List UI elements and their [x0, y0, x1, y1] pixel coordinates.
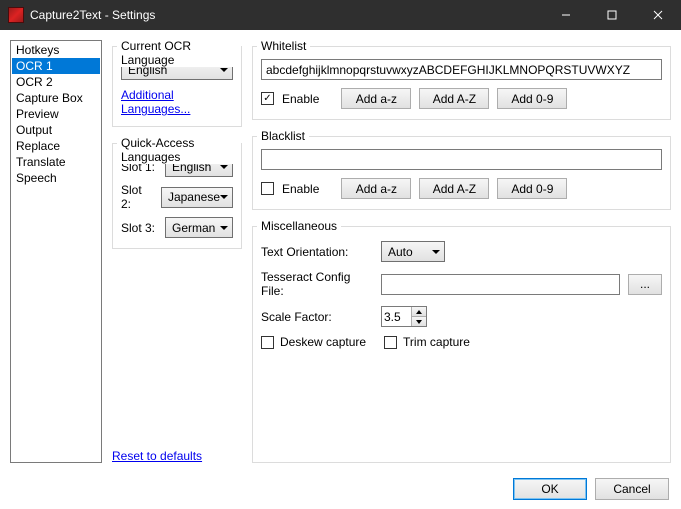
slot3-combo[interactable]: German [165, 217, 233, 238]
dialog-footer: OK Cancel [0, 469, 681, 509]
scale-factor-spinner[interactable]: 3.5 [381, 306, 427, 327]
config-file-label: Tesseract Config File: [261, 270, 373, 298]
trim-label: Trim capture [403, 335, 470, 349]
deskew-checkbox[interactable] [261, 336, 274, 349]
current-ocr-title: Current OCR Language [117, 39, 241, 67]
whitelist-add-09-button[interactable]: Add 0-9 [497, 88, 567, 109]
quick-access-title: Quick-Access Languages [117, 136, 241, 164]
additional-languages-link[interactable]: Additional Languages... [121, 88, 190, 116]
blacklist-add-09-button[interactable]: Add 0-9 [497, 178, 567, 199]
cancel-button[interactable]: Cancel [595, 478, 669, 500]
sidebar-item-ocr2[interactable]: OCR 2 [12, 74, 100, 90]
text-orientation-label: Text Orientation: [261, 245, 373, 259]
current-ocr-group: Current OCR Language English Additional … [112, 46, 242, 127]
slot2-value: Japanese [168, 190, 220, 204]
blacklist-enable-checkbox[interactable] [261, 182, 274, 195]
blacklist-enable-label: Enable [282, 182, 319, 196]
chevron-down-icon [220, 68, 228, 72]
spinner-up-button[interactable] [411, 307, 426, 317]
sidebar-item-speech[interactable]: Speech [12, 170, 100, 186]
config-file-input[interactable] [381, 274, 620, 295]
category-sidebar: Hotkeys OCR 1 OCR 2 Capture Box Preview … [10, 40, 102, 463]
blacklist-add-az-button[interactable]: Add a-z [341, 178, 411, 199]
window-title: Capture2Text - Settings [30, 8, 155, 22]
chevron-down-icon [220, 195, 228, 199]
minimize-button[interactable] [543, 0, 589, 30]
sidebar-item-capture-box[interactable]: Capture Box [12, 90, 100, 106]
sidebar-item-translate[interactable]: Translate [12, 154, 100, 170]
close-button[interactable] [635, 0, 681, 30]
sidebar-item-replace[interactable]: Replace [12, 138, 100, 154]
misc-group: Miscellaneous Text Orientation: Auto Tes… [252, 226, 671, 463]
whitelist-group: Whitelist Enable Add a-z Add A-Z Add 0-9 [252, 46, 671, 120]
blacklist-add-AZ-button[interactable]: Add A-Z [419, 178, 489, 199]
whitelist-title: Whitelist [257, 39, 310, 53]
deskew-label: Deskew capture [280, 335, 366, 349]
quick-access-group: Quick-Access Languages Slot 1: English S… [112, 143, 242, 249]
app-icon [8, 7, 24, 23]
blacklist-input[interactable] [261, 149, 662, 170]
sidebar-item-preview[interactable]: Preview [12, 106, 100, 122]
reset-defaults-link[interactable]: Reset to defaults [112, 449, 202, 463]
text-orientation-combo[interactable]: Auto [381, 241, 445, 262]
whitelist-input[interactable] [261, 59, 662, 80]
maximize-button[interactable] [589, 0, 635, 30]
config-file-browse-button[interactable]: ... [628, 274, 662, 295]
scale-factor-value: 3.5 [382, 307, 411, 326]
slot2-combo[interactable]: Japanese [161, 187, 233, 208]
whitelist-enable-label: Enable [282, 92, 319, 106]
sidebar-item-hotkeys[interactable]: Hotkeys [12, 42, 100, 58]
title-bar: Capture2Text - Settings [0, 0, 681, 30]
slot2-label: Slot 2: [121, 183, 155, 211]
chevron-down-icon [220, 165, 228, 169]
whitelist-add-az-button[interactable]: Add a-z [341, 88, 411, 109]
sidebar-item-output[interactable]: Output [12, 122, 100, 138]
sidebar-item-ocr1[interactable]: OCR 1 [12, 58, 100, 74]
spinner-down-button[interactable] [411, 317, 426, 326]
scale-factor-label: Scale Factor: [261, 310, 373, 324]
text-orientation-value: Auto [388, 245, 413, 259]
trim-checkbox[interactable] [384, 336, 397, 349]
misc-title: Miscellaneous [257, 219, 341, 233]
chevron-down-icon [220, 226, 228, 230]
slot3-label: Slot 3: [121, 221, 159, 235]
chevron-down-icon [432, 250, 440, 254]
ok-button[interactable]: OK [513, 478, 587, 500]
whitelist-add-AZ-button[interactable]: Add A-Z [419, 88, 489, 109]
whitelist-enable-checkbox[interactable] [261, 92, 274, 105]
blacklist-title: Blacklist [257, 129, 309, 143]
slot3-value: German [172, 221, 215, 235]
blacklist-group: Blacklist Enable Add a-z Add A-Z Add 0-9 [252, 136, 671, 210]
